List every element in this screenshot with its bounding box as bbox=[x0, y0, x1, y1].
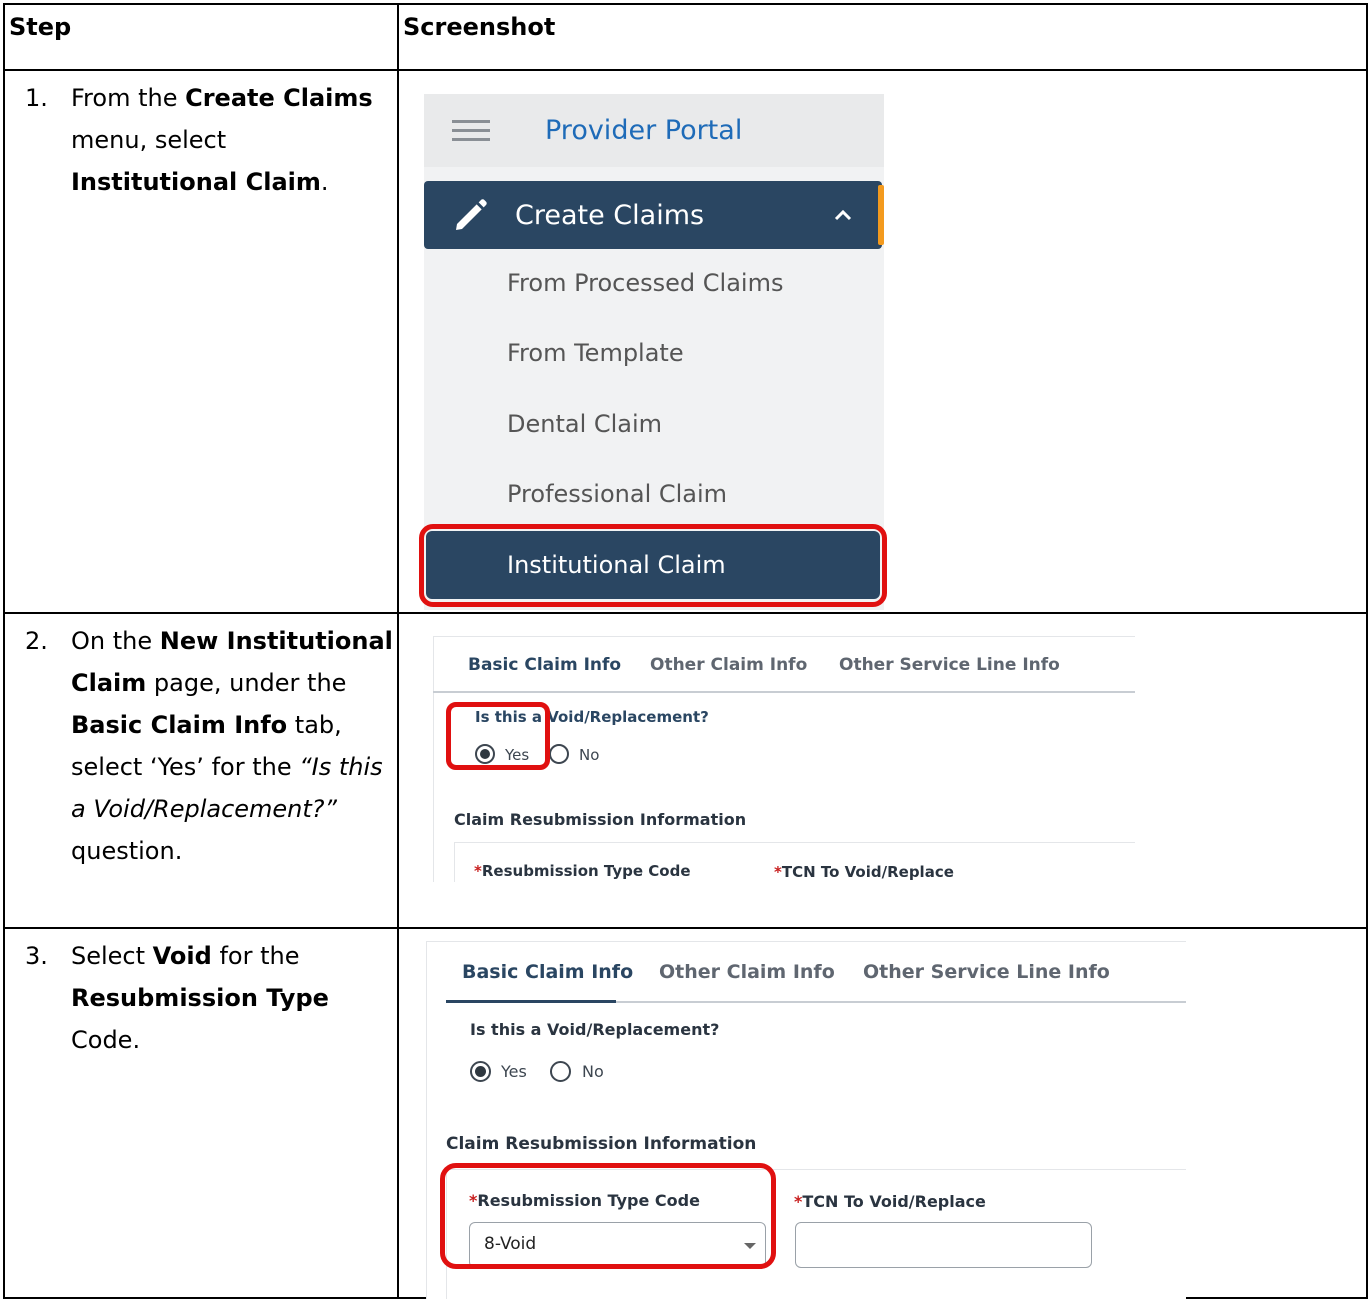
radio-no[interactable] bbox=[550, 1061, 571, 1082]
step-text-run: Code. bbox=[71, 1026, 141, 1054]
tab-other-claim-info[interactable]: Other Claim Info bbox=[650, 655, 807, 675]
claim-resubmission-section: Claim Resubmission Information bbox=[446, 1134, 757, 1154]
step-text-run: Select bbox=[71, 942, 153, 970]
menu-item-from-processed-claims[interactable]: From Processed Claims bbox=[507, 269, 783, 297]
step-text: Select Void for the Resubmission Type Co… bbox=[71, 935, 393, 1061]
active-indicator bbox=[878, 185, 884, 245]
step-number: 2. bbox=[25, 627, 48, 655]
portal-title[interactable]: Provider Portal bbox=[545, 115, 742, 146]
step-text-bold: Create Claims bbox=[185, 84, 373, 112]
tcn-input[interactable] bbox=[795, 1222, 1092, 1268]
tab-basic-claim-info[interactable]: Basic Claim Info bbox=[468, 655, 621, 675]
step-number: 1. bbox=[25, 84, 48, 112]
step-text: On the New Institutional Claim page, und… bbox=[71, 620, 393, 872]
tcn-text: TCN To Void/Replace bbox=[802, 1192, 986, 1211]
screenshot-3-cell: Basic Claim Info Other Claim Info Other … bbox=[397, 927, 1368, 1299]
radio-no-label: No bbox=[579, 746, 600, 764]
radio-yes-dot bbox=[475, 1066, 486, 1077]
step-text-bold: Resubmission Type bbox=[71, 984, 329, 1012]
create-claims-menu[interactable]: Create Claims bbox=[424, 181, 884, 249]
tcn-label: *TCN To Void/Replace bbox=[794, 1192, 986, 1211]
tcn-text: TCN To Void/Replace bbox=[781, 863, 954, 881]
radio-yes-label: Yes bbox=[501, 1062, 527, 1081]
header-step: Step bbox=[3, 3, 399, 71]
void-replacement-question: Is this a Void/Replacement? bbox=[470, 1020, 720, 1039]
form-tabs: Basic Claim Info Other Claim Info Other … bbox=[446, 941, 1186, 1003]
step-text-bold: Basic Claim Info bbox=[71, 711, 288, 739]
menu-header: Provider Portal bbox=[424, 94, 884, 167]
required-mark: * bbox=[774, 863, 782, 881]
step-text-run: From the bbox=[71, 84, 186, 112]
step-text-bold: Void bbox=[152, 942, 212, 970]
step-text-run: menu, select bbox=[71, 126, 227, 154]
required-mark: * bbox=[474, 862, 482, 880]
tab-other-claim-info[interactable]: Other Claim Info bbox=[659, 961, 835, 983]
screenshot-1-cell: Provider Portal Create Claims From Proce… bbox=[397, 69, 1368, 614]
step-2-cell: 2. On the New Institutional Claim page, … bbox=[3, 612, 399, 929]
step-text-run: question. bbox=[71, 837, 183, 865]
radio-no[interactable] bbox=[549, 744, 569, 764]
resubmission-type-code-label: *Resubmission Type Code bbox=[474, 862, 691, 880]
step-text-run: for the bbox=[211, 942, 300, 970]
step-text-bold: Institutional Claim bbox=[71, 168, 321, 196]
step-text: From the Create Claims menu, select Inst… bbox=[71, 77, 393, 203]
chevron-up-icon[interactable] bbox=[834, 209, 852, 221]
step-text-run: On the bbox=[71, 627, 160, 655]
step-number: 3. bbox=[25, 942, 48, 970]
form-tabs: Basic Claim Info Other Claim Info Other … bbox=[433, 636, 1135, 693]
highlight-box bbox=[446, 702, 550, 770]
radio-no-label: No bbox=[582, 1062, 604, 1081]
menu-item-from-template[interactable]: From Template bbox=[507, 339, 684, 367]
tab-basic-claim-info[interactable]: Basic Claim Info bbox=[462, 961, 633, 983]
instructions-table: Step Screenshot 1. From the Create Claim… bbox=[3, 3, 1368, 1299]
step-1-cell: 1. From the Create Claims menu, select I… bbox=[3, 69, 399, 614]
pencil-icon bbox=[456, 199, 487, 230]
step-text-run: . bbox=[320, 168, 329, 196]
hamburger-menu-icon[interactable] bbox=[452, 114, 490, 147]
menu-item-professional-claim[interactable]: Professional Claim bbox=[507, 480, 727, 508]
create-claims-label: Create Claims bbox=[515, 199, 705, 231]
step-3-cell: 3. Select Void for the Resubmission Type… bbox=[3, 927, 399, 1299]
claim-resubmission-section: Claim Resubmission Information bbox=[454, 810, 747, 829]
tab-other-service-line-info[interactable]: Other Service Line Info bbox=[863, 961, 1110, 983]
menu-item-dental-claim[interactable]: Dental Claim bbox=[507, 410, 662, 438]
tab-other-service-line-info[interactable]: Other Service Line Info bbox=[839, 655, 1060, 675]
screenshot-2-cell: Basic Claim Info Other Claim Info Other … bbox=[397, 612, 1368, 929]
header-screenshot: Screenshot bbox=[397, 3, 1368, 71]
highlight-box bbox=[419, 524, 887, 607]
resubmission-type-code-text: Resubmission Type Code bbox=[481, 862, 691, 880]
highlight-box bbox=[440, 1163, 776, 1269]
tcn-label: *TCN To Void/Replace bbox=[774, 863, 954, 881]
active-tab-underline bbox=[446, 1000, 616, 1003]
step-text-run: page, under the bbox=[146, 669, 347, 697]
